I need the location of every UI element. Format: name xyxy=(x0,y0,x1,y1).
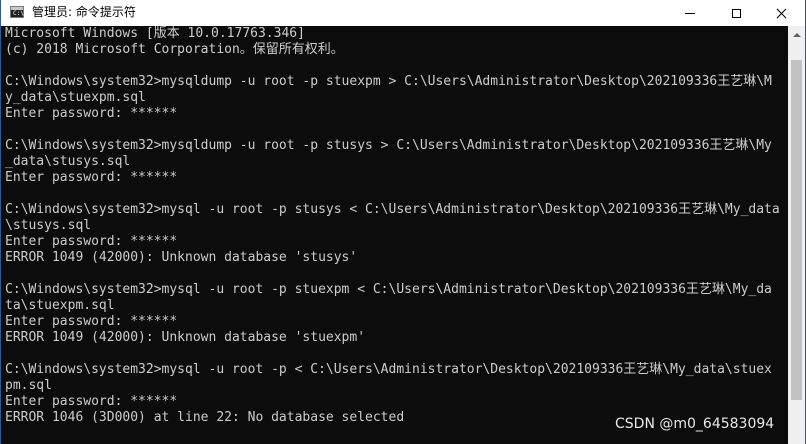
console-line: _data\stusys.sql xyxy=(5,154,131,169)
console-line: y_data\stuexpm.sql xyxy=(5,90,146,105)
console-line: ERROR 1049 (42000): Unknown database 'st… xyxy=(5,330,366,345)
console-line: Enter password: ****** xyxy=(5,170,178,185)
title-bar[interactable]: C:\ 管理员: 命令提示符 xyxy=(1,0,805,26)
minimize-icon xyxy=(685,12,695,14)
console-line: ERROR 1049 (42000): Unknown database 'st… xyxy=(5,250,358,265)
window-title: 管理员: 命令提示符 xyxy=(32,5,136,19)
console-line: pm.sql xyxy=(5,378,52,393)
close-button[interactable] xyxy=(759,0,805,26)
console-line: ta\stuexpm.sql xyxy=(5,298,115,313)
console-line: C:\Windows\system32>mysql -u root -p stu… xyxy=(5,202,780,217)
console-line: Enter password: ****** xyxy=(5,106,178,121)
console-line: Enter password: ****** xyxy=(5,394,178,409)
maximize-button[interactable] xyxy=(713,0,759,26)
console-line: Enter password: ****** xyxy=(5,314,178,329)
console-line: C:\Windows\system32>mysql -u root -p stu… xyxy=(5,282,772,297)
console-line: Enter password: ****** xyxy=(5,234,178,249)
console-line: Microsoft Windows [版本 10.0.17763.346] xyxy=(5,26,305,41)
console-line: (c) 2018 Microsoft Corporation。保留所有权利。 xyxy=(5,42,344,57)
maximize-icon xyxy=(731,8,741,18)
scroll-up-button[interactable] xyxy=(788,26,805,43)
chevron-up-icon xyxy=(792,32,801,37)
console-line: C:\Windows\system32>mysql -u root -p < C… xyxy=(5,362,772,377)
minimize-button[interactable] xyxy=(667,0,713,26)
console-line: C:\Windows\system32>mysqldump -u root -p… xyxy=(5,74,772,89)
console-output[interactable]: Microsoft Windows [版本 10.0.17763.346] (c… xyxy=(5,26,787,444)
scrollbar-thumb[interactable] xyxy=(791,60,802,400)
close-icon xyxy=(777,8,787,18)
vertical-scrollbar[interactable] xyxy=(788,26,805,444)
console-line: C:\Windows\system32>mysqldump -u root -p… xyxy=(5,138,772,153)
command-prompt-window: C:\ 管理员: 命令提示符 Microsoft Windows [版本 10.… xyxy=(0,0,806,444)
console-line: \stusys.sql xyxy=(5,218,92,233)
watermark: CSDN @m0_64583094 xyxy=(615,416,775,432)
cmd-icon: C:\ xyxy=(10,6,24,18)
